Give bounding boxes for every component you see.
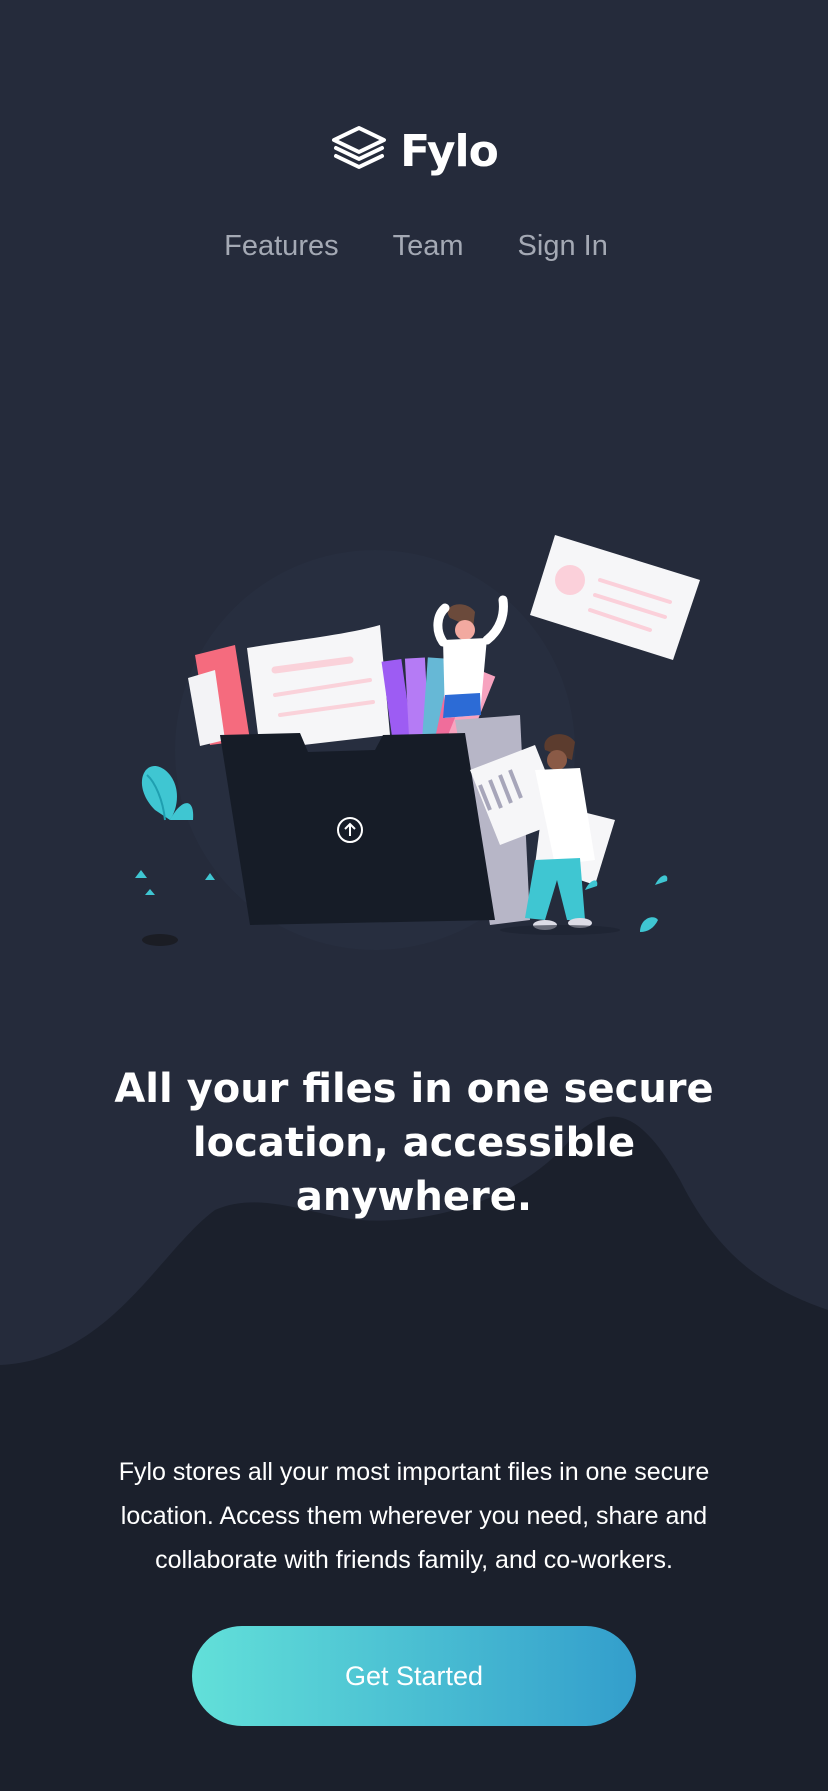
main-nav: Features Team Sign In xyxy=(0,230,828,263)
landing-page: Fylo Features Team Sign In All your file… xyxy=(0,0,828,1791)
nav-link-features[interactable]: Features xyxy=(220,230,338,263)
intro-illustration xyxy=(135,535,700,950)
hero-description: Fylo stores all your most important file… xyxy=(118,1458,710,1574)
nav-link-sign-in[interactable]: Sign In xyxy=(514,230,608,263)
hero-headline: All your files in one secure location, a… xyxy=(114,1066,714,1220)
brand-name: Fylo xyxy=(400,125,499,177)
get-started-button[interactable]: Get Started xyxy=(192,1626,636,1726)
layers-icon xyxy=(330,124,388,178)
nav-link-team[interactable]: Team xyxy=(389,230,464,263)
logo[interactable]: Fylo xyxy=(0,124,828,178)
